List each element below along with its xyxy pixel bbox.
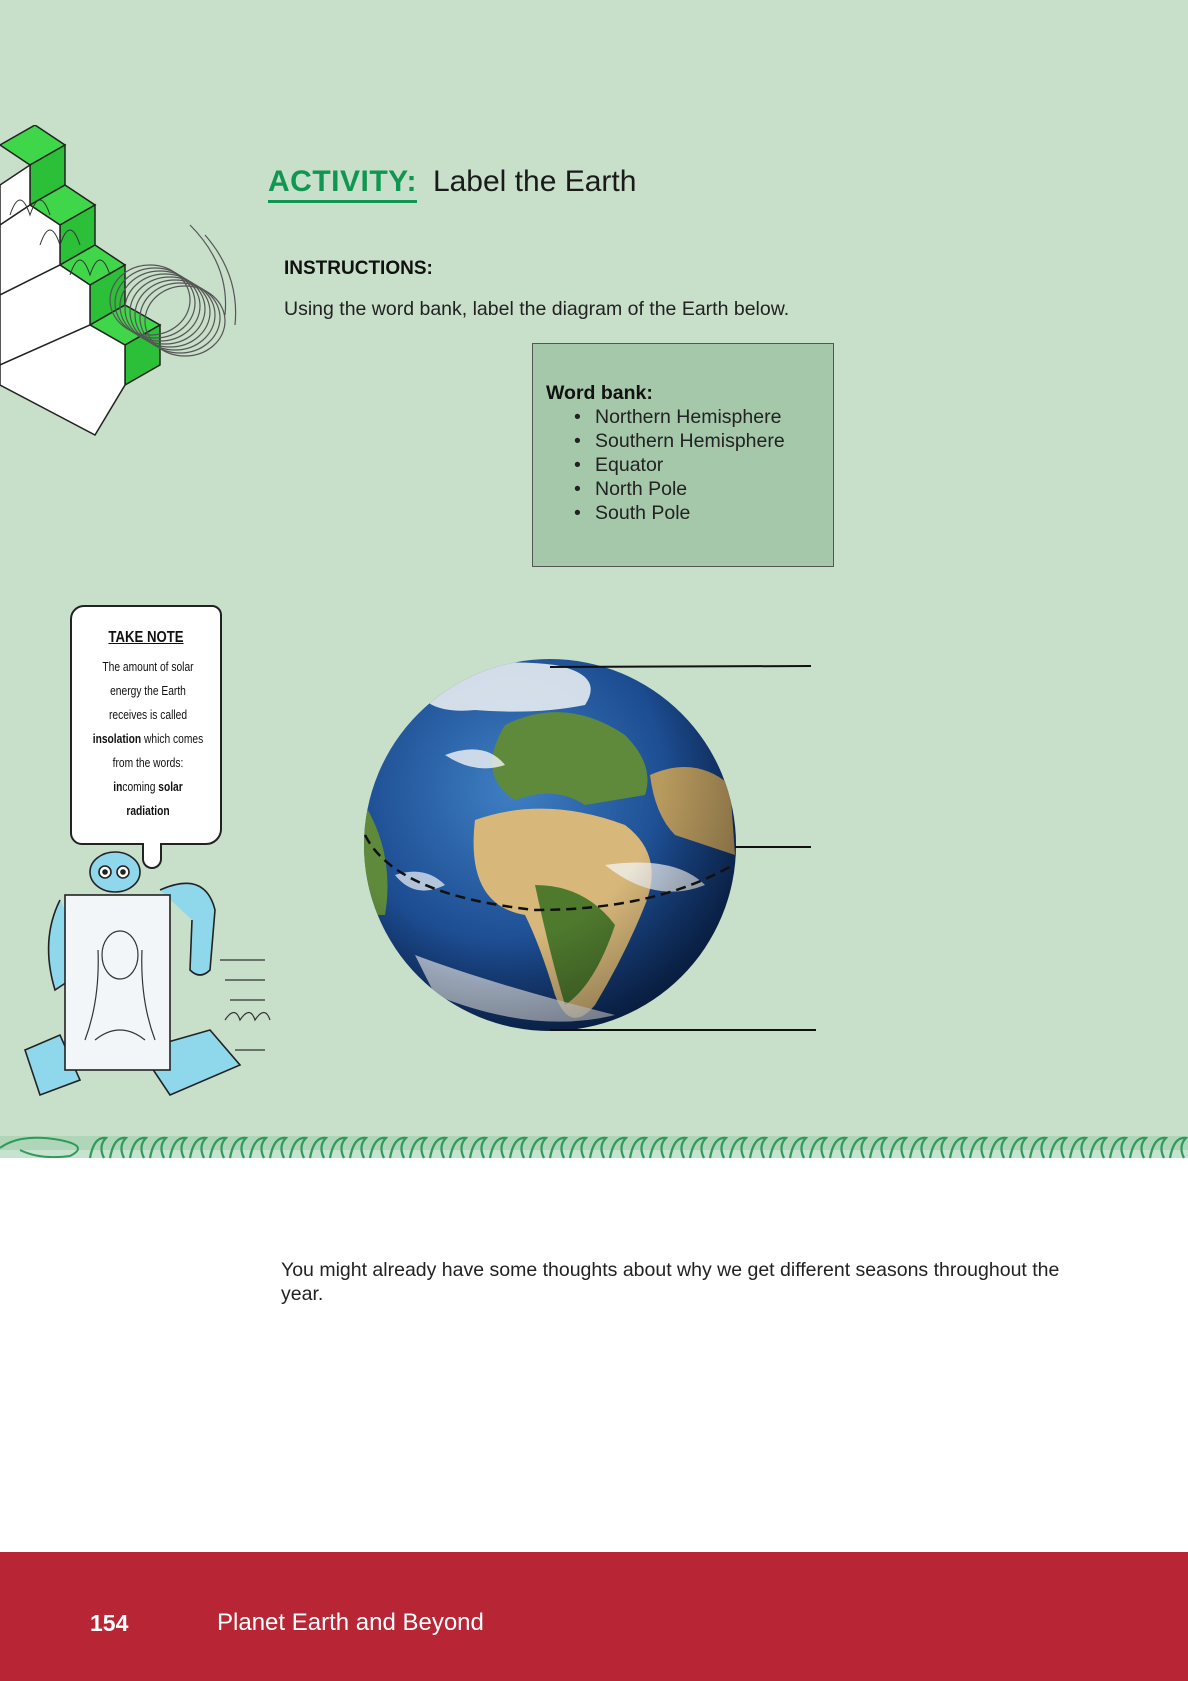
word-bank-item: Northern Hemisphere (574, 405, 833, 429)
take-note-line: from the words: (112, 756, 184, 770)
take-note-text: coming (122, 780, 159, 794)
insolation-term: insolation (92, 732, 142, 746)
take-note-box: TAKE NOTE The amount of solar energy the… (70, 605, 222, 845)
word-bank-item: South Pole (574, 501, 833, 525)
take-note-body: The amount of solar energy the Earth rec… (78, 655, 217, 823)
take-note-line: receives is called (108, 708, 188, 722)
word-bank-item: Southern Hemisphere (574, 429, 833, 453)
activity-title: Label the Earth (432, 165, 637, 198)
instructions-label: INSTRUCTIONS: (284, 258, 433, 279)
page-footer: 154 Planet Earth and Beyond (0, 1552, 1188, 1681)
radiation-bold: radiation (126, 804, 170, 818)
take-note-text: which comes (141, 732, 204, 746)
word-bank-item: Equator (574, 453, 833, 477)
body-paragraph: You might already have some thoughts abo… (281, 1259, 1060, 1305)
instructions-text: Using the word bank, label the diagram o… (284, 298, 790, 320)
earth-diagram (363, 659, 816, 1031)
word-bank-title: Word bank: (546, 382, 653, 404)
solar-bold: solar (158, 780, 183, 794)
activity-label: ACTIVITY: (268, 165, 417, 203)
activity-heading: ACTIVITY: Label the Earth (268, 165, 636, 215)
take-note-line: insolation which comes (78, 727, 217, 751)
book-title: Planet Earth and Beyond (217, 1609, 484, 1636)
label-line-north-pole (549, 665, 812, 668)
word-bank-list: Northern Hemisphere Southern Hemisphere … (546, 405, 833, 525)
page-number: 154 (90, 1610, 129, 1636)
take-note-title: TAKE NOTE (108, 629, 184, 646)
robot-illustration (24, 851, 271, 1097)
earth-globe (363, 659, 736, 1031)
take-note-line: The amount of solar (102, 660, 194, 674)
rope-divider (0, 1136, 1188, 1159)
take-note-line: energy the Earth (110, 684, 186, 698)
word-bank-box: Word bank: Northern Hemisphere Southern … (532, 343, 834, 567)
take-note-line: radiation (78, 799, 217, 823)
stairs-slinky-illustration (0, 125, 237, 436)
in-bold: in (113, 780, 123, 794)
word-bank-item: North Pole (574, 477, 833, 501)
take-note-line: incoming solar (78, 775, 217, 799)
